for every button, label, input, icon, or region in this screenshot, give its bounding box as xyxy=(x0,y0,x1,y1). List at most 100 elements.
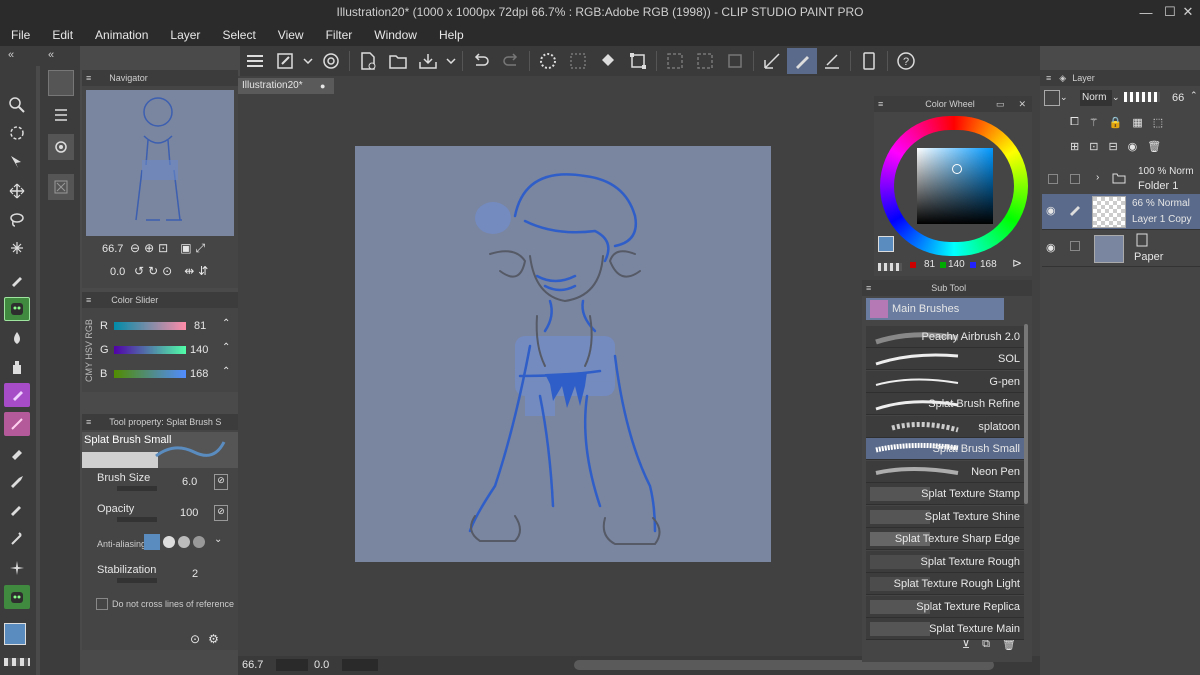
minimize-panel-icon[interactable]: ▭ xyxy=(996,99,1005,110)
subtool-item[interactable]: splatoon xyxy=(866,416,1024,438)
close-panel-icon[interactable] xyxy=(48,174,74,200)
mask-layer-icon[interactable]: ⬚ xyxy=(1153,116,1163,129)
subtool-item[interactable]: G-pen xyxy=(866,371,1024,393)
drawing-canvas[interactable] xyxy=(355,146,771,562)
lock-alpha-icon[interactable]: ▦ xyxy=(1132,116,1142,129)
close-button[interactable]: ✕ xyxy=(1176,0,1200,24)
rotation-slider[interactable] xyxy=(342,659,378,671)
ruler-snap-icon[interactable] xyxy=(757,48,787,74)
grip-icon[interactable]: ≡ xyxy=(866,283,871,293)
brush-settings-icon[interactable] xyxy=(270,48,300,74)
pen-tool-icon[interactable] xyxy=(4,470,30,494)
fill-tool-icon[interactable] xyxy=(4,498,30,522)
fit-icon[interactable]: ⊡ xyxy=(158,241,168,256)
menu-window[interactable]: Window xyxy=(363,24,428,46)
lock-checkbox[interactable] xyxy=(1070,174,1080,184)
fill-bucket-icon[interactable] xyxy=(593,48,623,74)
clip-studio-icon[interactable] xyxy=(316,48,346,74)
selection-fill-icon[interactable] xyxy=(720,48,750,74)
double-chevron-left-icon[interactable]: « xyxy=(8,49,14,61)
loading-spinner-icon[interactable] xyxy=(533,48,563,74)
menu-layer[interactable]: Layer xyxy=(159,24,211,46)
layer-property-icon[interactable] xyxy=(48,134,74,160)
subtool-item[interactable]: SOL xyxy=(866,348,1024,370)
selection-border-icon[interactable] xyxy=(690,48,720,74)
subtool-item[interactable]: Peachy Airbrush 2.0 xyxy=(866,326,1024,348)
menu-file[interactable]: File xyxy=(0,24,41,46)
eyedropper-tool-icon[interactable] xyxy=(4,268,30,292)
stabilization-slider[interactable] xyxy=(117,578,157,583)
flip-vertical-icon[interactable]: ⇵ xyxy=(198,264,208,278)
menu-animation[interactable]: Animation xyxy=(84,24,159,46)
color-wheel[interactable] xyxy=(880,116,1028,256)
tab-dot-icon[interactable]: ● xyxy=(320,78,325,94)
brush-snap-icon[interactable] xyxy=(817,48,847,74)
navigator-rotation-value[interactable]: 0.0 xyxy=(110,266,125,278)
new-file-icon[interactable] xyxy=(353,48,383,74)
transform-icon[interactable] xyxy=(623,48,653,74)
b-slider[interactable] xyxy=(114,370,186,378)
transparent-color-swatch[interactable] xyxy=(4,658,30,666)
help-icon[interactable]: ? xyxy=(891,48,921,74)
subtool-item[interactable]: Splat Texture Stamp xyxy=(866,483,1024,505)
chevron-down-icon[interactable]: ⌄ xyxy=(1060,92,1068,103)
antialias-none-option[interactable] xyxy=(144,534,160,550)
subtool-item[interactable]: Splat Brush Refine xyxy=(866,393,1024,415)
blend-tool-icon[interactable] xyxy=(4,326,30,350)
eraser-tool-icon[interactable] xyxy=(4,441,30,465)
pen-edit-icon[interactable] xyxy=(1068,202,1082,219)
document-tab[interactable]: Illustration20* ● xyxy=(238,78,334,94)
chevron-right-icon[interactable]: › xyxy=(1096,172,1099,183)
visibility-checkbox[interactable] xyxy=(1048,174,1058,184)
color-picker-cursor[interactable] xyxy=(952,164,962,174)
menu-edit[interactable]: Edit xyxy=(41,24,84,46)
pencil-tool-icon[interactable] xyxy=(4,412,30,436)
r-value[interactable]: 81 xyxy=(194,320,206,332)
clear-selection-icon[interactable] xyxy=(563,48,593,74)
layer-row-paper[interactable]: ◉ Paper xyxy=(1042,231,1200,267)
transparent-swatch[interactable] xyxy=(878,263,902,271)
b-value[interactable]: 168 xyxy=(190,368,208,380)
color-mode-tabs[interactable]: CMY HSV RGB xyxy=(84,314,98,388)
rotate-tool-icon[interactable] xyxy=(4,121,30,145)
subtool-item[interactable]: Splat Texture Replica xyxy=(866,596,1024,618)
rotate-left-icon[interactable]: ↺ xyxy=(134,264,144,278)
saturation-value-square[interactable] xyxy=(917,148,993,224)
clip-layer-icon[interactable]: ⧠ xyxy=(1070,116,1079,129)
pen-snap-icon[interactable] xyxy=(787,48,817,74)
download-icon[interactable]: ⊙ xyxy=(190,632,200,646)
menu-view[interactable]: View xyxy=(267,24,315,46)
grip-icon[interactable]: ≡ xyxy=(1046,73,1051,83)
status-rotation[interactable]: 0.0 xyxy=(314,659,329,671)
main-color-swatch[interactable] xyxy=(4,623,26,645)
grip-icon[interactable]: ≡ xyxy=(878,99,883,109)
zoom-out-icon[interactable]: ⊖ xyxy=(130,241,140,256)
grip-icon[interactable]: ≡ xyxy=(86,73,91,83)
r-slider[interactable] xyxy=(114,322,186,330)
status-zoom[interactable]: 66.7 xyxy=(242,659,263,671)
decoration-tool-icon[interactable] xyxy=(4,383,30,407)
antialias-strong-option[interactable] xyxy=(193,536,205,548)
new-vector-layer-icon[interactable]: ⊡ xyxy=(1089,140,1098,153)
lasso-tool-icon[interactable] xyxy=(4,208,30,232)
layer-row-selected[interactable]: ◉ 66 % Normal Layer 1 Copy xyxy=(1042,194,1200,230)
antialias-medium-option[interactable] xyxy=(178,536,190,548)
navigator-zoom-value[interactable]: 66.7 xyxy=(102,243,123,255)
zoom-tool-icon[interactable] xyxy=(4,93,30,117)
redo-icon[interactable] xyxy=(496,48,526,74)
grip-icon[interactable]: ≡ xyxy=(86,295,91,305)
brush-size-value[interactable]: 6.0 xyxy=(182,476,197,488)
sub-tool-group-tab[interactable]: Main Brushes xyxy=(866,298,1004,320)
object-tool-icon[interactable] xyxy=(4,150,30,174)
sparkle-tool-icon[interactable] xyxy=(4,556,30,580)
lock-checkbox[interactable] xyxy=(1070,241,1080,251)
opacity-slider[interactable] xyxy=(117,517,157,522)
subtool-item[interactable]: Splat Texture Main xyxy=(866,618,1024,640)
chevron-down-icon[interactable] xyxy=(300,48,316,74)
subtool-item[interactable]: Splat Texture Rough xyxy=(866,551,1024,573)
color-mode-icon[interactable]: ⊳ xyxy=(1012,256,1022,270)
subtool-item[interactable]: Splat Texture Sharp Edge xyxy=(866,528,1024,550)
gradient-tool-icon[interactable] xyxy=(4,527,30,551)
settings-icon[interactable]: ⚙ xyxy=(208,632,219,646)
hamburger-menu-icon[interactable] xyxy=(240,48,270,74)
